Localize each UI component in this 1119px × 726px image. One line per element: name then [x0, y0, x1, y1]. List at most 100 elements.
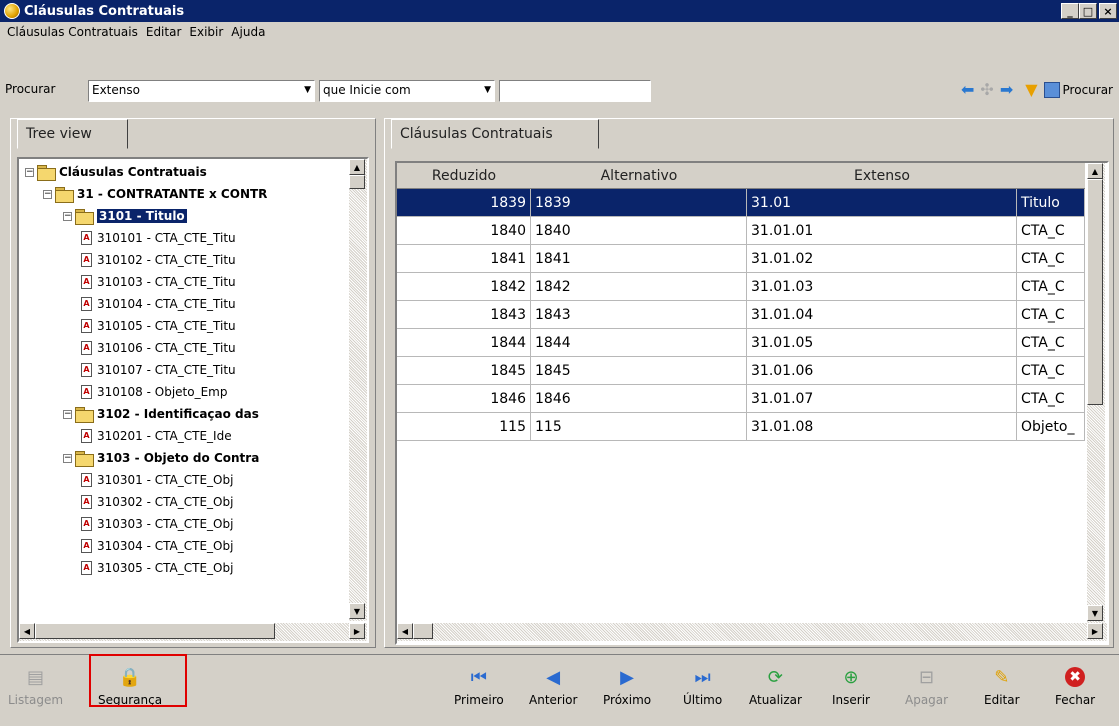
menu-editar[interactable]: Editar	[142, 25, 186, 39]
menu-ajuda[interactable]: Ajuda	[227, 25, 269, 39]
report-icon: ▤	[27, 666, 45, 688]
scroll-thumb[interactable]	[349, 175, 365, 189]
tab-tree-view[interactable]: Tree view	[17, 119, 128, 149]
ultimo-button[interactable]: ⏭ Último	[683, 667, 722, 708]
col-header-4[interactable]	[1017, 163, 1085, 188]
arrow-left-icon[interactable]: ⬅	[961, 82, 974, 98]
tree-item-document[interactable]: A 310305 - CTA_CTE_Obj	[81, 557, 233, 579]
table-cell: 1845	[397, 357, 531, 384]
document-icon: A	[81, 495, 92, 509]
scroll-thumb[interactable]	[1087, 179, 1103, 405]
scroll-down-button[interactable]: ▼	[349, 603, 365, 619]
tree-item-document[interactable]: A 310104 - CTA_CTE_Titu	[81, 293, 236, 315]
tree-item-folder[interactable]: − 31 - CONTRATANTE x CONTR	[43, 183, 267, 205]
tree-item-label: 310108 - Objeto_Emp	[97, 385, 228, 399]
tree-item-document[interactable]: A 310103 - CTA_CTE_Titu	[81, 271, 236, 293]
tree-item-document[interactable]: A 310304 - CTA_CTE_Obj	[81, 535, 233, 557]
arrow-right-icon[interactable]: ➡	[1000, 82, 1013, 98]
scroll-thumb[interactable]	[413, 623, 433, 639]
filter-icon[interactable]: ▼	[1025, 82, 1037, 98]
table-row[interactable]: 1844 1844 31.01.05 CTA_C	[397, 329, 1085, 357]
scroll-right-button[interactable]: ▶	[349, 623, 365, 639]
editar-button[interactable]: ✎ Editar	[984, 666, 1020, 708]
scroll-up-button[interactable]: ▲	[349, 159, 365, 175]
collapse-icon[interactable]: −	[63, 211, 72, 221]
tree-item-document[interactable]: A 310303 - CTA_CTE_Obj	[81, 513, 233, 535]
data-grid: Reduzido Alternativo Extenso 1839 1839 31.…	[395, 161, 1109, 645]
proximo-button[interactable]: ▶ Próximo	[603, 667, 651, 708]
col-header-alternativo[interactable]: Alternativo	[531, 163, 747, 188]
table-row[interactable]: 1841 1841 31.01.02 CTA_C	[397, 245, 1085, 273]
table-row[interactable]: 1842 1842 31.01.03 CTA_C	[397, 273, 1085, 301]
tree-hscrollbar[interactable]: ◀ ▶	[19, 623, 367, 641]
tree-item-folder[interactable]: − 3103 - Objeto do Contra	[63, 447, 259, 469]
insert-icon: ⊕	[843, 666, 859, 688]
table-cell: 1843	[397, 301, 531, 328]
tree-item-document[interactable]: A 310201 - CTA_CTE_Ide	[81, 425, 232, 447]
tree-item-folder[interactable]: − 3102 - Identificaçao das	[63, 403, 259, 425]
tree-item-document[interactable]: A 310301 - CTA_CTE_Obj	[81, 469, 233, 491]
table-row[interactable]: 115 115 31.01.08 Objeto_	[397, 413, 1085, 441]
document-icon: A	[81, 231, 92, 245]
grid-hscrollbar[interactable]: ◀ ▶	[397, 623, 1107, 641]
listagem-button[interactable]: ▤ Listagem	[8, 666, 63, 708]
table-row[interactable]: 1845 1845 31.01.06 CTA_C	[397, 357, 1085, 385]
tree-item-folder[interactable]: − Cláusulas Contratuais	[25, 161, 207, 183]
edit-icon: ✎	[994, 666, 1010, 688]
table-cell: 1840	[397, 217, 531, 244]
scroll-left-button[interactable]: ◀	[397, 623, 413, 639]
scroll-thumb[interactable]	[35, 623, 275, 639]
collapse-icon[interactable]: −	[63, 453, 72, 463]
tree-item-label: 310305 - CTA_CTE_Obj	[97, 561, 234, 575]
inserir-button[interactable]: ⊕ Inserir	[832, 666, 870, 708]
tree-item-document[interactable]: A 310302 - CTA_CTE_Obj	[81, 491, 233, 513]
search-condition-select[interactable]: que Inicie com ▼	[319, 80, 495, 102]
menu-clausulas[interactable]: Cláusulas Contratuais	[3, 25, 142, 39]
collapse-icon[interactable]: −	[63, 409, 72, 419]
maximize-button[interactable]: □	[1079, 3, 1097, 19]
table-row[interactable]: 1840 1840 31.01.01 CTA_C	[397, 217, 1085, 245]
search-button[interactable]: Procurar	[1043, 82, 1113, 98]
scroll-right-button[interactable]: ▶	[1087, 623, 1103, 639]
search-field-select[interactable]: Extenso ▼	[88, 80, 315, 102]
tree-item-folder[interactable]: − 3101 - Titulo	[63, 205, 187, 227]
tree-item-document[interactable]: A 310105 - CTA_CTE_Titu	[81, 315, 236, 337]
tree-item-document[interactable]: A 310101 - CTA_CTE_Titu	[81, 227, 236, 249]
atualizar-button[interactable]: ⟳ Atualizar	[749, 667, 802, 708]
tree-item-label: 3103 - Objeto do Contra	[97, 451, 260, 465]
minimize-button[interactable]: _	[1061, 3, 1079, 19]
scroll-up-button[interactable]: ▲	[1087, 163, 1103, 179]
scroll-down-button[interactable]: ▼	[1087, 605, 1103, 621]
table-cell: CTA_C	[1017, 329, 1085, 356]
table-row[interactable]: 1843 1843 31.01.04 CTA_C	[397, 301, 1085, 329]
document-icon: A	[81, 341, 92, 355]
tree-item-document[interactable]: A 310102 - CTA_CTE_Titu	[81, 249, 236, 271]
anterior-button[interactable]: ◀ Anterior	[529, 667, 577, 708]
move-icon[interactable]: ✣	[980, 82, 993, 98]
primeiro-button[interactable]: ⏮ Primeiro	[454, 667, 504, 708]
fechar-button[interactable]: ✖ Fechar	[1055, 667, 1095, 707]
search-nav: ⬅ ✣ ➡ ▼ Procurar	[961, 78, 1119, 102]
menu-exibir[interactable]: Exibir	[185, 25, 227, 39]
tree-item-document[interactable]: A 310106 - CTA_CTE_Titu	[81, 337, 236, 359]
table-row[interactable]: 1846 1846 31.01.07 CTA_C	[397, 385, 1085, 413]
search-input[interactable]	[499, 80, 651, 102]
col-header-extenso[interactable]: Extenso	[747, 163, 1017, 188]
folder-icon	[55, 187, 74, 203]
collapse-icon[interactable]: −	[43, 189, 52, 199]
tree-item-document[interactable]: A 310107 - CTA_CTE_Titu	[81, 359, 236, 381]
tree-vscrollbar[interactable]: ▲ ▼	[349, 159, 367, 621]
tree-item-label: 310103 - CTA_CTE_Titu	[97, 275, 236, 289]
title-bar: Cláusulas Contratuais _ □ ×	[0, 0, 1119, 22]
scroll-left-button[interactable]: ◀	[19, 623, 35, 639]
apagar-button[interactable]: ⊟ Apagar	[905, 667, 948, 708]
col-header-reduzido[interactable]: Reduzido	[397, 163, 531, 188]
tab-clausulas[interactable]: Cláusulas Contratuais	[391, 119, 599, 149]
table-cell: CTA_C	[1017, 273, 1085, 300]
table-row[interactable]: 1839 1839 31.01 Titulo	[397, 189, 1085, 217]
tree-item-document[interactable]: A 310108 - Objeto_Emp	[81, 381, 227, 403]
tree-item-label: 31 - CONTRATANTE x CONTR	[77, 187, 268, 201]
grid-vscrollbar[interactable]: ▲ ▼	[1087, 163, 1105, 623]
close-button[interactable]: ×	[1099, 3, 1117, 19]
collapse-icon[interactable]: −	[25, 167, 34, 177]
